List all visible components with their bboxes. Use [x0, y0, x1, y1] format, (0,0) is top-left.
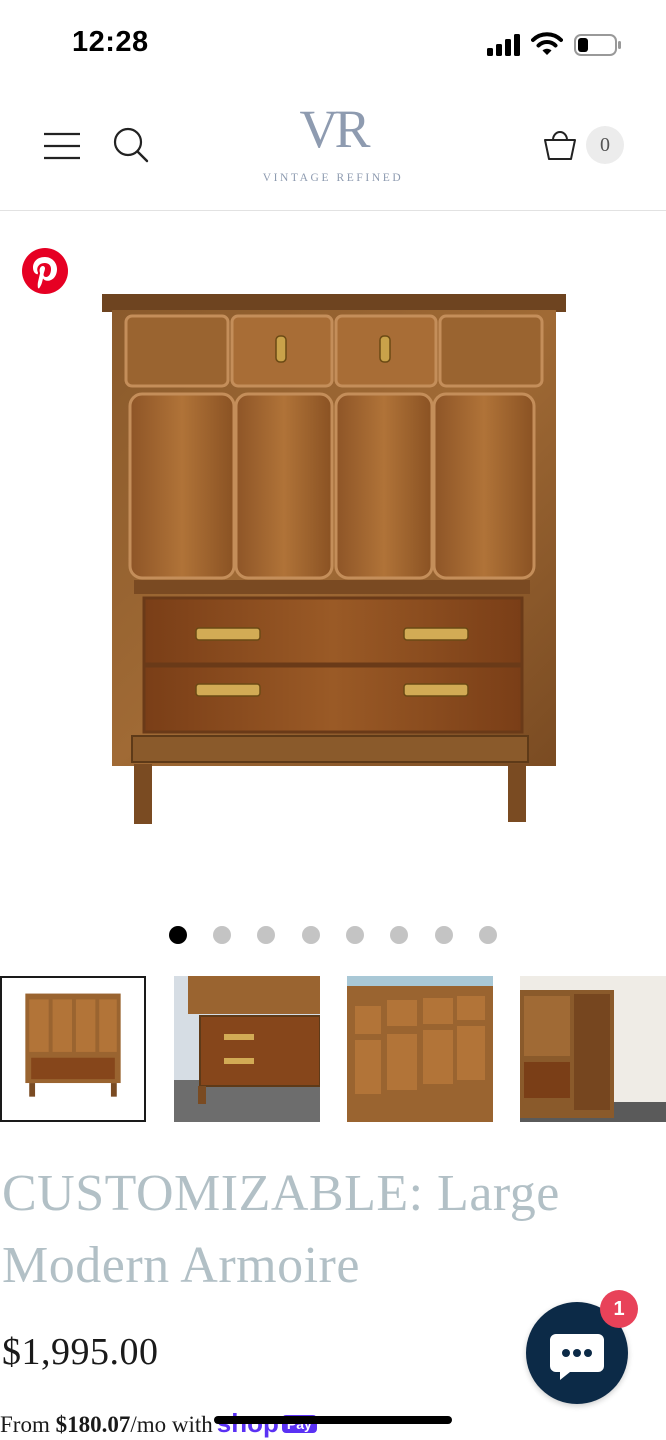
installment-suffix: /mo with [130, 1412, 213, 1437]
carousel-dot[interactable] [169, 926, 187, 944]
wifi-icon [531, 32, 563, 55]
product-price: $1,995.00 [2, 1331, 159, 1373]
logo-text: VINTAGE REFINED [262, 172, 404, 184]
thumbnail-strip [0, 976, 666, 1124]
home-indicator [214, 1416, 452, 1424]
status-time: 12:28 [72, 26, 149, 58]
cart-icon[interactable] [542, 126, 578, 162]
thumbnail-4[interactable] [520, 976, 666, 1122]
carousel-dots [0, 924, 666, 946]
signal-icon [487, 34, 520, 56]
installment-prefix: From [0, 1412, 56, 1437]
carousel-dot[interactable] [435, 926, 453, 944]
carousel-dot[interactable] [257, 926, 275, 944]
thumbnail-armoire-angle [347, 986, 493, 1122]
thumbnail-1[interactable] [0, 976, 146, 1122]
thumbnail-armoire-side [520, 990, 666, 1122]
search-icon[interactable] [112, 126, 150, 164]
pinterest-icon [33, 257, 57, 289]
site-header: VR VINTAGE REFINED 0 [0, 88, 666, 211]
battery-icon [574, 34, 621, 56]
carousel-dot[interactable] [213, 926, 231, 944]
thumbnail-3[interactable] [347, 976, 493, 1122]
carousel-dot[interactable] [302, 926, 320, 944]
installment-amount: $180.07 [55, 1412, 131, 1437]
chat-unread-badge: 1 [600, 1290, 638, 1328]
product-title: CUSTOMIZABLE: Large Modern Armoire [2, 1165, 560, 1294]
thumbnail-2[interactable] [174, 976, 320, 1122]
carousel-dot[interactable] [390, 926, 408, 944]
carousel-dot[interactable] [346, 926, 364, 944]
product-main-image[interactable] [0, 230, 666, 890]
status-bar: 12:28 [0, 0, 666, 88]
carousel-dot[interactable] [479, 926, 497, 944]
logo-mark: VR [299, 99, 370, 159]
site-logo[interactable]: VR VINTAGE REFINED [250, 96, 416, 192]
cart-count-badge[interactable]: 0 [586, 126, 624, 164]
pinterest-button[interactable] [22, 248, 68, 294]
menu-icon[interactable] [44, 132, 80, 160]
thumbnail-armoire-front [25, 993, 121, 1097]
thumbnail-armoire-drawers [174, 976, 320, 1122]
